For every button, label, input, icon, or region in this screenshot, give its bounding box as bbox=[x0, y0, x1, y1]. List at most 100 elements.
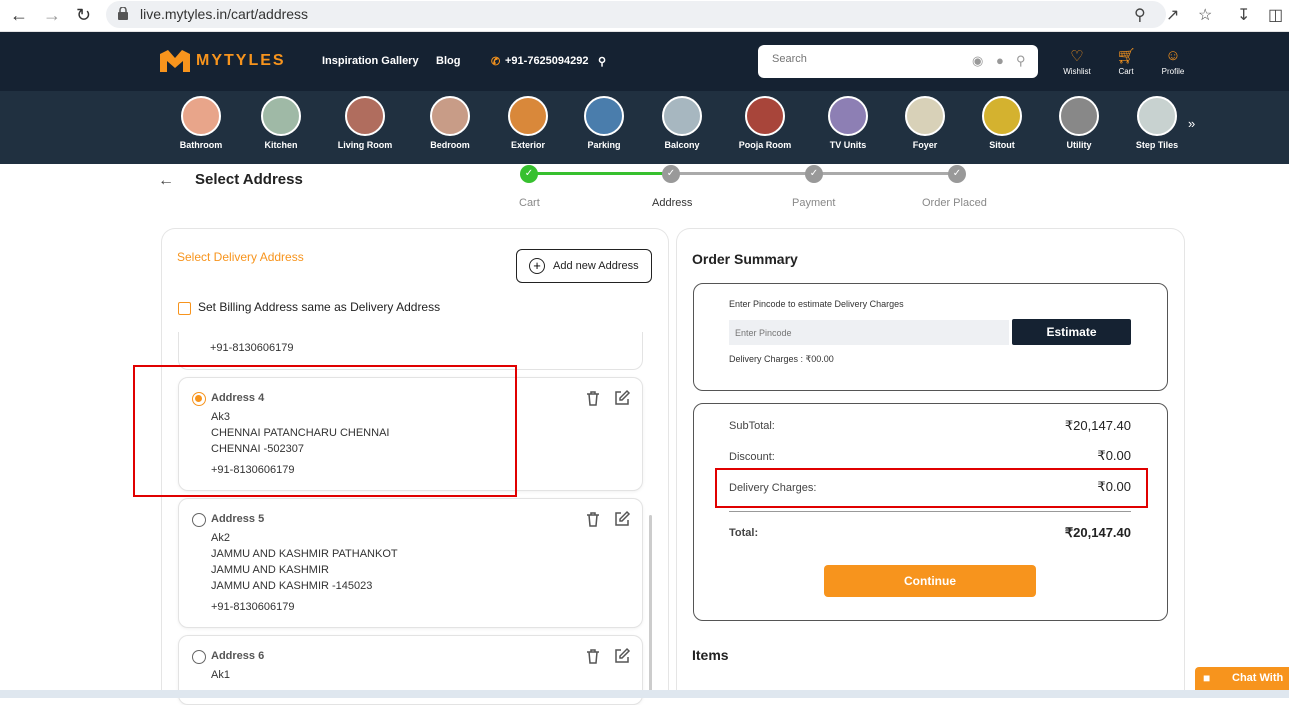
category-thumbnail bbox=[745, 96, 785, 136]
wishlist-label: Wishlist bbox=[1063, 67, 1091, 76]
category-thumbnail bbox=[905, 96, 945, 136]
category-thumbnail bbox=[1059, 96, 1099, 136]
address-card[interactable]: Address 5 Ak2 JAMMU AND KASHMIR PATHANKO… bbox=[178, 498, 643, 628]
category-parking[interactable]: Parking bbox=[564, 96, 644, 150]
address-radio[interactable] bbox=[192, 650, 206, 664]
microphone-icon[interactable]: ● bbox=[996, 53, 1004, 68]
delivery-estimate-label: Delivery Charges : bbox=[729, 354, 804, 364]
pincode-label: Enter Pincode to estimate Delivery Charg… bbox=[729, 299, 904, 309]
edit-icon[interactable] bbox=[613, 647, 631, 665]
category-living-room[interactable]: Living Room bbox=[325, 96, 405, 150]
add-new-address-button[interactable]: + Add new Address bbox=[516, 249, 652, 283]
total-value: ₹20,147.40 bbox=[1064, 525, 1131, 540]
download-icon[interactable]: ↧ bbox=[1237, 5, 1250, 25]
forward-arrow-icon[interactable]: → bbox=[43, 5, 61, 26]
chat-bubble-icon: ■ bbox=[1203, 671, 1211, 685]
billing-same-label: Set Billing Address same as Delivery Add… bbox=[198, 300, 441, 314]
estimate-button[interactable]: Estimate bbox=[1012, 319, 1131, 345]
order-summary-title: Order Summary bbox=[692, 251, 798, 267]
address-line: JAMMU AND KASHMIR bbox=[211, 564, 329, 576]
address-list-scrollbar[interactable] bbox=[649, 515, 652, 698]
logo-mark-icon bbox=[160, 50, 190, 72]
url-text: live.mytyles.in/cart/address bbox=[140, 6, 309, 22]
profile-button[interactable]: ☺ Profile bbox=[1153, 47, 1193, 76]
category-label: Bathroom bbox=[179, 140, 223, 150]
edit-icon[interactable] bbox=[613, 510, 631, 528]
trash-icon[interactable] bbox=[584, 510, 602, 528]
discount-label: Discount: bbox=[729, 451, 775, 463]
category-label: Foyer bbox=[912, 140, 938, 150]
address-bar[interactable]: live.mytyles.in/cart/address bbox=[106, 1, 1166, 28]
category-exterior[interactable]: Exterior bbox=[488, 96, 568, 150]
brand-name: MYTYLES bbox=[196, 52, 286, 69]
category-label: Balcony bbox=[664, 140, 700, 150]
category-thumbnail bbox=[345, 96, 385, 136]
highlight-box bbox=[133, 365, 517, 497]
search-input[interactable] bbox=[772, 53, 952, 65]
camera-icon[interactable]: ◉ bbox=[972, 53, 983, 69]
cart-button[interactable]: 🛒︎ Cart bbox=[1106, 47, 1146, 76]
zoom-icon[interactable]: ⚲ bbox=[1134, 5, 1146, 25]
nav-blog[interactable]: Blog bbox=[436, 55, 460, 67]
heart-icon: ♡ bbox=[1070, 48, 1084, 65]
highlight-box bbox=[715, 468, 1148, 508]
category-label: Kitchen bbox=[264, 140, 298, 150]
back-arrow-icon[interactable]: ← bbox=[158, 172, 174, 190]
trash-icon[interactable] bbox=[584, 389, 602, 407]
category-pooja-room[interactable]: Pooja Room bbox=[725, 96, 805, 150]
back-arrow-icon[interactable]: ← bbox=[10, 5, 28, 26]
step-label-address: Address bbox=[652, 197, 693, 209]
address-title: Address 6 bbox=[211, 650, 265, 662]
category-utility[interactable]: Utility bbox=[1039, 96, 1119, 150]
category-tv-units[interactable]: TV Units bbox=[808, 96, 888, 150]
wishlist-button[interactable]: ♡ Wishlist bbox=[1057, 47, 1097, 76]
search-icon[interactable]: ⚲ bbox=[1016, 53, 1026, 69]
category-step-tiles[interactable]: Step Tiles bbox=[1117, 96, 1197, 150]
step-label-cart: Cart bbox=[519, 197, 540, 209]
address-phone: +91-8130606179 bbox=[210, 342, 294, 354]
continue-button[interactable]: Continue bbox=[824, 565, 1036, 597]
category-foyer[interactable]: Foyer bbox=[885, 96, 965, 150]
cart-label: Cart bbox=[1118, 67, 1134, 76]
category-label: Parking bbox=[587, 140, 621, 150]
step-check-icon: ✓ bbox=[948, 165, 966, 183]
address-line: Ak2 bbox=[211, 532, 230, 544]
trash-icon[interactable] bbox=[584, 647, 602, 665]
chevron-right-icon[interactable]: » bbox=[1188, 116, 1195, 131]
category-balcony[interactable]: Balcony bbox=[642, 96, 722, 150]
delivery-estimate-value: ₹00.00 bbox=[805, 354, 834, 364]
nav-inspiration-gallery[interactable]: Inspiration Gallery bbox=[322, 55, 419, 67]
category-bathroom[interactable]: Bathroom bbox=[161, 96, 241, 150]
category-label: Sitout bbox=[989, 140, 1015, 150]
edit-icon[interactable] bbox=[613, 389, 631, 407]
select-delivery-address-heading: Select Delivery Address bbox=[177, 250, 304, 264]
subtotal-label: SubTotal: bbox=[729, 420, 775, 432]
share-icon[interactable]: ↗ bbox=[1166, 5, 1179, 25]
pincode-input[interactable] bbox=[729, 320, 1009, 345]
address-radio[interactable] bbox=[192, 513, 206, 527]
category-label: Utility bbox=[1066, 140, 1092, 150]
category-sitout[interactable]: Sitout bbox=[962, 96, 1042, 150]
address-line: Ak1 bbox=[211, 669, 230, 681]
category-label: Exterior bbox=[510, 140, 545, 150]
taskbar bbox=[0, 690, 1289, 698]
address-line: JAMMU AND KASHMIR PATHANKOT bbox=[211, 548, 398, 560]
category-label: Pooja Room bbox=[738, 140, 792, 150]
total-label: Total: bbox=[729, 527, 759, 539]
category-thumbnail bbox=[261, 96, 301, 136]
chat-widget[interactable]: ■ Chat With bbox=[1195, 667, 1289, 690]
phone-icon: ✆ bbox=[491, 56, 501, 68]
location-pin-icon[interactable]: ⚲ bbox=[598, 55, 606, 68]
category-kitchen[interactable]: Kitchen bbox=[241, 96, 321, 150]
sidebar-icon[interactable]: ◫ bbox=[1268, 5, 1283, 25]
lock-icon bbox=[118, 7, 128, 20]
subtotal-value: ₹20,147.40 bbox=[1064, 418, 1131, 433]
billing-same-checkbox[interactable] bbox=[178, 302, 191, 315]
plus-icon: + bbox=[529, 258, 545, 274]
header-phone[interactable]: +91-7625094292 bbox=[505, 55, 589, 67]
category-thumbnail bbox=[430, 96, 470, 136]
category-bedroom[interactable]: Bedroom bbox=[410, 96, 490, 150]
star-icon[interactable]: ☆ bbox=[1198, 5, 1212, 25]
reload-icon[interactable]: ↻ bbox=[76, 5, 91, 26]
category-thumbnail bbox=[584, 96, 624, 136]
